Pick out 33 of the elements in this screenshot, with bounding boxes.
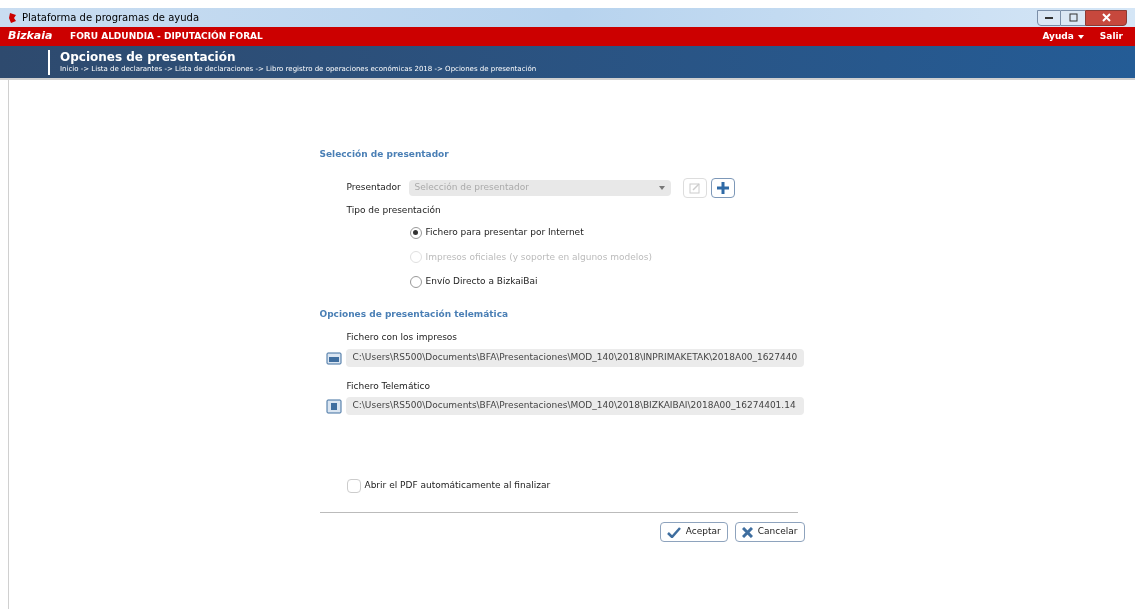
checkmark-icon xyxy=(666,526,681,538)
radio-option[interactable]: Envío Directo a BizkaiBai xyxy=(409,275,805,289)
checkbox-option[interactable]: Abrir el PDF automáticamente al finalizar xyxy=(319,479,805,493)
document-icon xyxy=(325,350,342,365)
section-heading: Selección de presentador xyxy=(319,148,450,161)
restore-icon xyxy=(1068,13,1078,22)
path-field[interactable]: C:\Users\RS500\Documents\BFA\Presentaciones\MOD_140\2018\INPRIMAKETAK\2018A00_1627440 xyxy=(345,348,804,367)
caret-icon xyxy=(1077,34,1084,39)
minimize-icon xyxy=(1045,16,1053,19)
field-label: Tipo de presentación xyxy=(345,203,442,217)
close-button[interactable] xyxy=(1085,9,1127,26)
close-icon xyxy=(1101,13,1111,22)
logo: Bizkaia xyxy=(8,28,54,45)
section-heading: Opciones de presentación telemática xyxy=(319,307,510,321)
menu-link[interactable]: Ayuda xyxy=(1042,29,1084,44)
edit-icon xyxy=(688,181,701,194)
menu-link[interactable]: Salir xyxy=(1099,29,1123,44)
field-label: Fichero con los impresos xyxy=(345,331,459,344)
minimize-button[interactable] xyxy=(1037,9,1061,26)
add-button[interactable] xyxy=(710,177,735,198)
radio-option[interactable]: Fichero para presentar por Internet xyxy=(409,226,805,240)
organization-name: FORU ALDUNDIA - DIPUTACIÓN FORAL xyxy=(70,29,263,43)
leaf-icon xyxy=(8,11,18,24)
path-field[interactable]: C:\Users\RS500\Documents\BFA\Presentaciones\MOD_140\2018\BIZKAIBAI\2018A00_16274401.14 xyxy=(345,397,804,415)
close-icon xyxy=(741,526,753,538)
caret-icon xyxy=(658,185,665,190)
page-title: Opciones de presentación xyxy=(60,49,237,64)
field-label: Fichero Telemático xyxy=(345,379,431,393)
accept-button[interactable]: Aceptar xyxy=(659,522,728,542)
cancel-button[interactable]: Cancelar xyxy=(734,522,805,542)
field-label: Presentador xyxy=(346,180,402,194)
window-title: Plataforma de programas de ayuda xyxy=(22,11,200,25)
plus-icon xyxy=(716,181,729,194)
